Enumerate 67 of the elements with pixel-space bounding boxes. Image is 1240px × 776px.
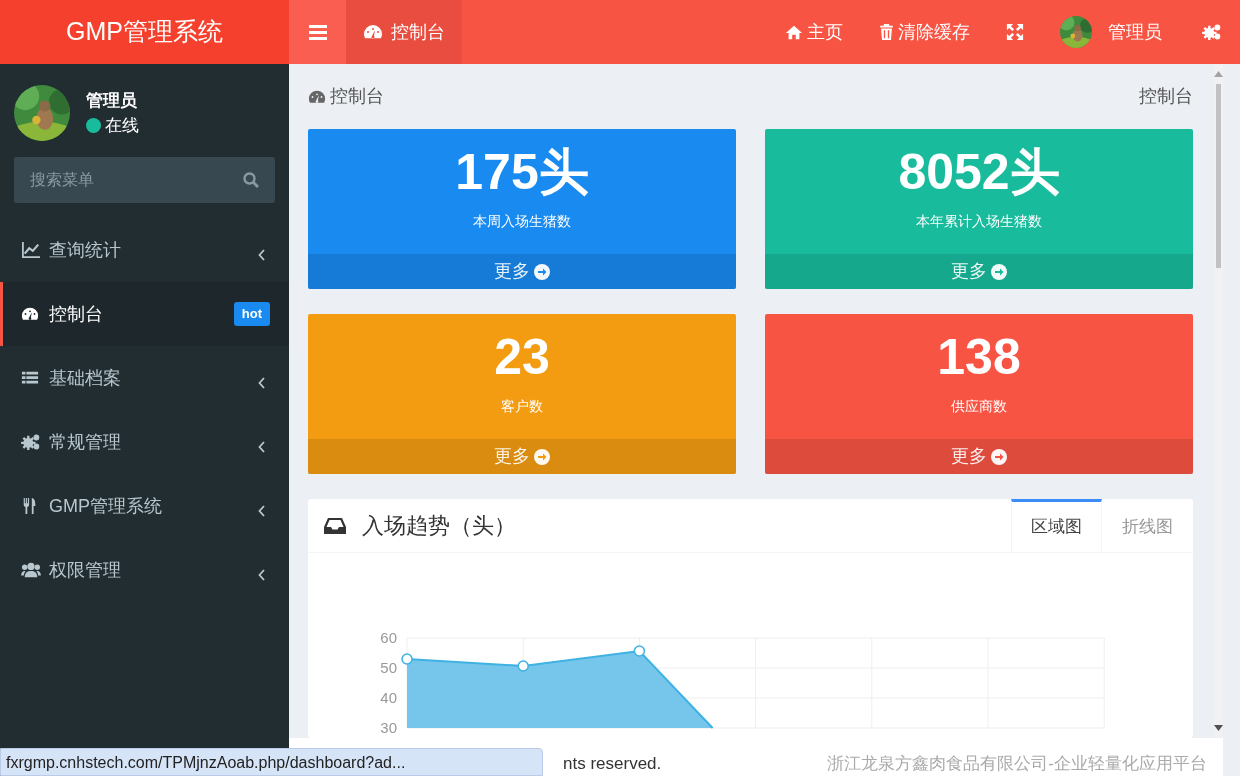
status-dot xyxy=(86,118,101,134)
trash-icon xyxy=(879,23,894,41)
gauge-icon xyxy=(363,22,383,42)
home-icon xyxy=(785,23,803,41)
chart-tab[interactable]: 区域图 xyxy=(1011,499,1102,552)
sidebar-item[interactable]: GMP管理系统 xyxy=(0,474,289,538)
user-menu[interactable]: 管理员 xyxy=(1042,16,1184,48)
home-link[interactable]: 主页 xyxy=(767,18,861,46)
axis-label: 50 xyxy=(380,659,397,676)
stat-value: 23 xyxy=(494,332,550,382)
more-link[interactable]: 更多 xyxy=(765,439,1193,474)
menu-toggle-button[interactable] xyxy=(289,0,346,64)
scroll-up-icon[interactable] xyxy=(1214,71,1223,77)
expand-icon xyxy=(1006,23,1024,41)
status-text: 在线 xyxy=(105,115,139,137)
chevron-left-icon xyxy=(258,505,266,517)
scroll-down-icon[interactable] xyxy=(1214,725,1223,731)
more-link[interactable]: 更多 xyxy=(765,254,1193,289)
status-url: fxrgmp.cnhstech.com/TPMjnzAoab.php/dashboard?ad... xyxy=(0,748,543,776)
search-field[interactable]: 搜索菜单 xyxy=(14,157,275,203)
chevron-left-icon xyxy=(258,377,266,389)
company-text: 浙江龙泉方鑫肉食品有限公司-企业轻量化应用平台 xyxy=(827,752,1207,775)
page-tab[interactable]: 控制台 xyxy=(346,0,462,64)
breadcrumb-link[interactable]: 控制台 xyxy=(1139,83,1193,110)
search-icon xyxy=(243,172,259,188)
arrow-circle-right-icon xyxy=(534,448,550,465)
page-title: 控制台 xyxy=(308,83,384,110)
axis-label: 40 xyxy=(380,689,397,706)
chevron-left-icon xyxy=(258,249,266,261)
line-chart-icon xyxy=(21,241,41,259)
data-point xyxy=(517,660,529,672)
stat-label: 本年累计入场生猪数 xyxy=(916,212,1042,231)
trash-link[interactable]: 清除缓存 xyxy=(861,18,988,46)
gears-icon xyxy=(1202,23,1222,41)
user-name: 管理员 xyxy=(86,89,138,112)
axis-label: 30 xyxy=(380,719,397,736)
arrow-circle-right-icon xyxy=(534,263,550,280)
data-point xyxy=(401,653,413,665)
stat-value: 138 xyxy=(937,332,1021,382)
gauge-icon xyxy=(21,305,39,323)
chevron-left-icon xyxy=(258,441,266,453)
chart-tab[interactable]: 折线图 xyxy=(1102,499,1193,552)
chart-title: 入场趋势（头） xyxy=(362,512,516,540)
axis-label: 60 xyxy=(380,629,397,646)
arrow-circle-right-icon xyxy=(991,448,1007,465)
stat-value: 175头 xyxy=(455,147,589,197)
stat-value: 8052头 xyxy=(898,147,1060,197)
sidebar-item[interactable]: 基础档案 xyxy=(0,346,289,410)
scrollbar[interactable] xyxy=(1214,64,1223,738)
users-icon xyxy=(21,561,41,579)
sidebar-item[interactable]: 查询统计 xyxy=(0,218,289,282)
sidebar-item[interactable]: 常规管理 xyxy=(0,410,289,474)
sidebar-item[interactable]: 权限管理 xyxy=(0,538,289,602)
chevron-left-icon xyxy=(258,569,266,581)
sidebar-item[interactable]: 控制台 hot xyxy=(0,282,289,346)
stat-label: 本周入场生猪数 xyxy=(473,212,571,231)
more-link[interactable]: 更多 xyxy=(308,439,736,474)
menu-icon xyxy=(308,24,327,40)
inbox-icon xyxy=(324,517,346,536)
more-link[interactable]: 更多 xyxy=(308,254,736,289)
stat-label: 供应商数 xyxy=(951,397,1007,416)
stat-label: 客户数 xyxy=(501,397,543,416)
arrow-circle-right-icon xyxy=(991,263,1007,280)
data-point xyxy=(633,645,646,657)
copyright-text: nts reserved. xyxy=(563,752,662,775)
gears-icon xyxy=(21,433,41,451)
hot-badge: hot xyxy=(233,302,270,326)
